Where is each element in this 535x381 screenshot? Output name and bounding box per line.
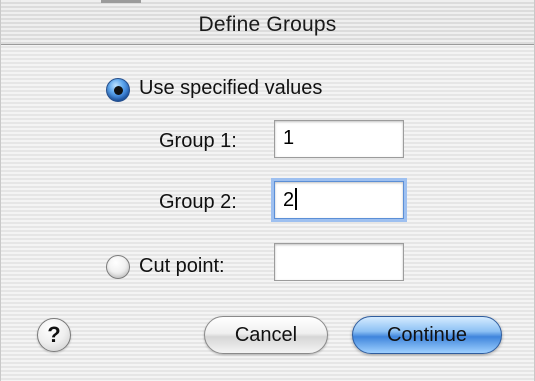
- title-bar[interactable]: Define Groups: [1, 0, 534, 45]
- use-specified-values-radio[interactable]: [106, 78, 130, 102]
- cancel-button[interactable]: Cancel: [204, 316, 328, 354]
- help-button[interactable]: ?: [37, 318, 71, 352]
- group-2-label: Group 2:: [159, 191, 237, 213]
- continue-button[interactable]: Continue: [352, 316, 502, 354]
- cut-point-radio[interactable]: [106, 255, 130, 279]
- use-specified-values-label: Use specified values: [139, 77, 323, 99]
- group-2-input[interactable]: 2: [274, 181, 404, 219]
- cut-point-input[interactable]: [274, 243, 404, 281]
- text-caret: [295, 188, 298, 210]
- dialog-title: Define Groups: [198, 13, 337, 36]
- group-1-input[interactable]: 1: [274, 120, 404, 158]
- cut-point-label: Cut point:: [139, 255, 225, 277]
- define-groups-dialog: Define Groups Use specified values Group…: [0, 0, 535, 381]
- group-1-label: Group 1:: [159, 130, 237, 152]
- group-2-value: 2: [283, 189, 295, 211]
- title-bar-notch: [101, 0, 141, 3]
